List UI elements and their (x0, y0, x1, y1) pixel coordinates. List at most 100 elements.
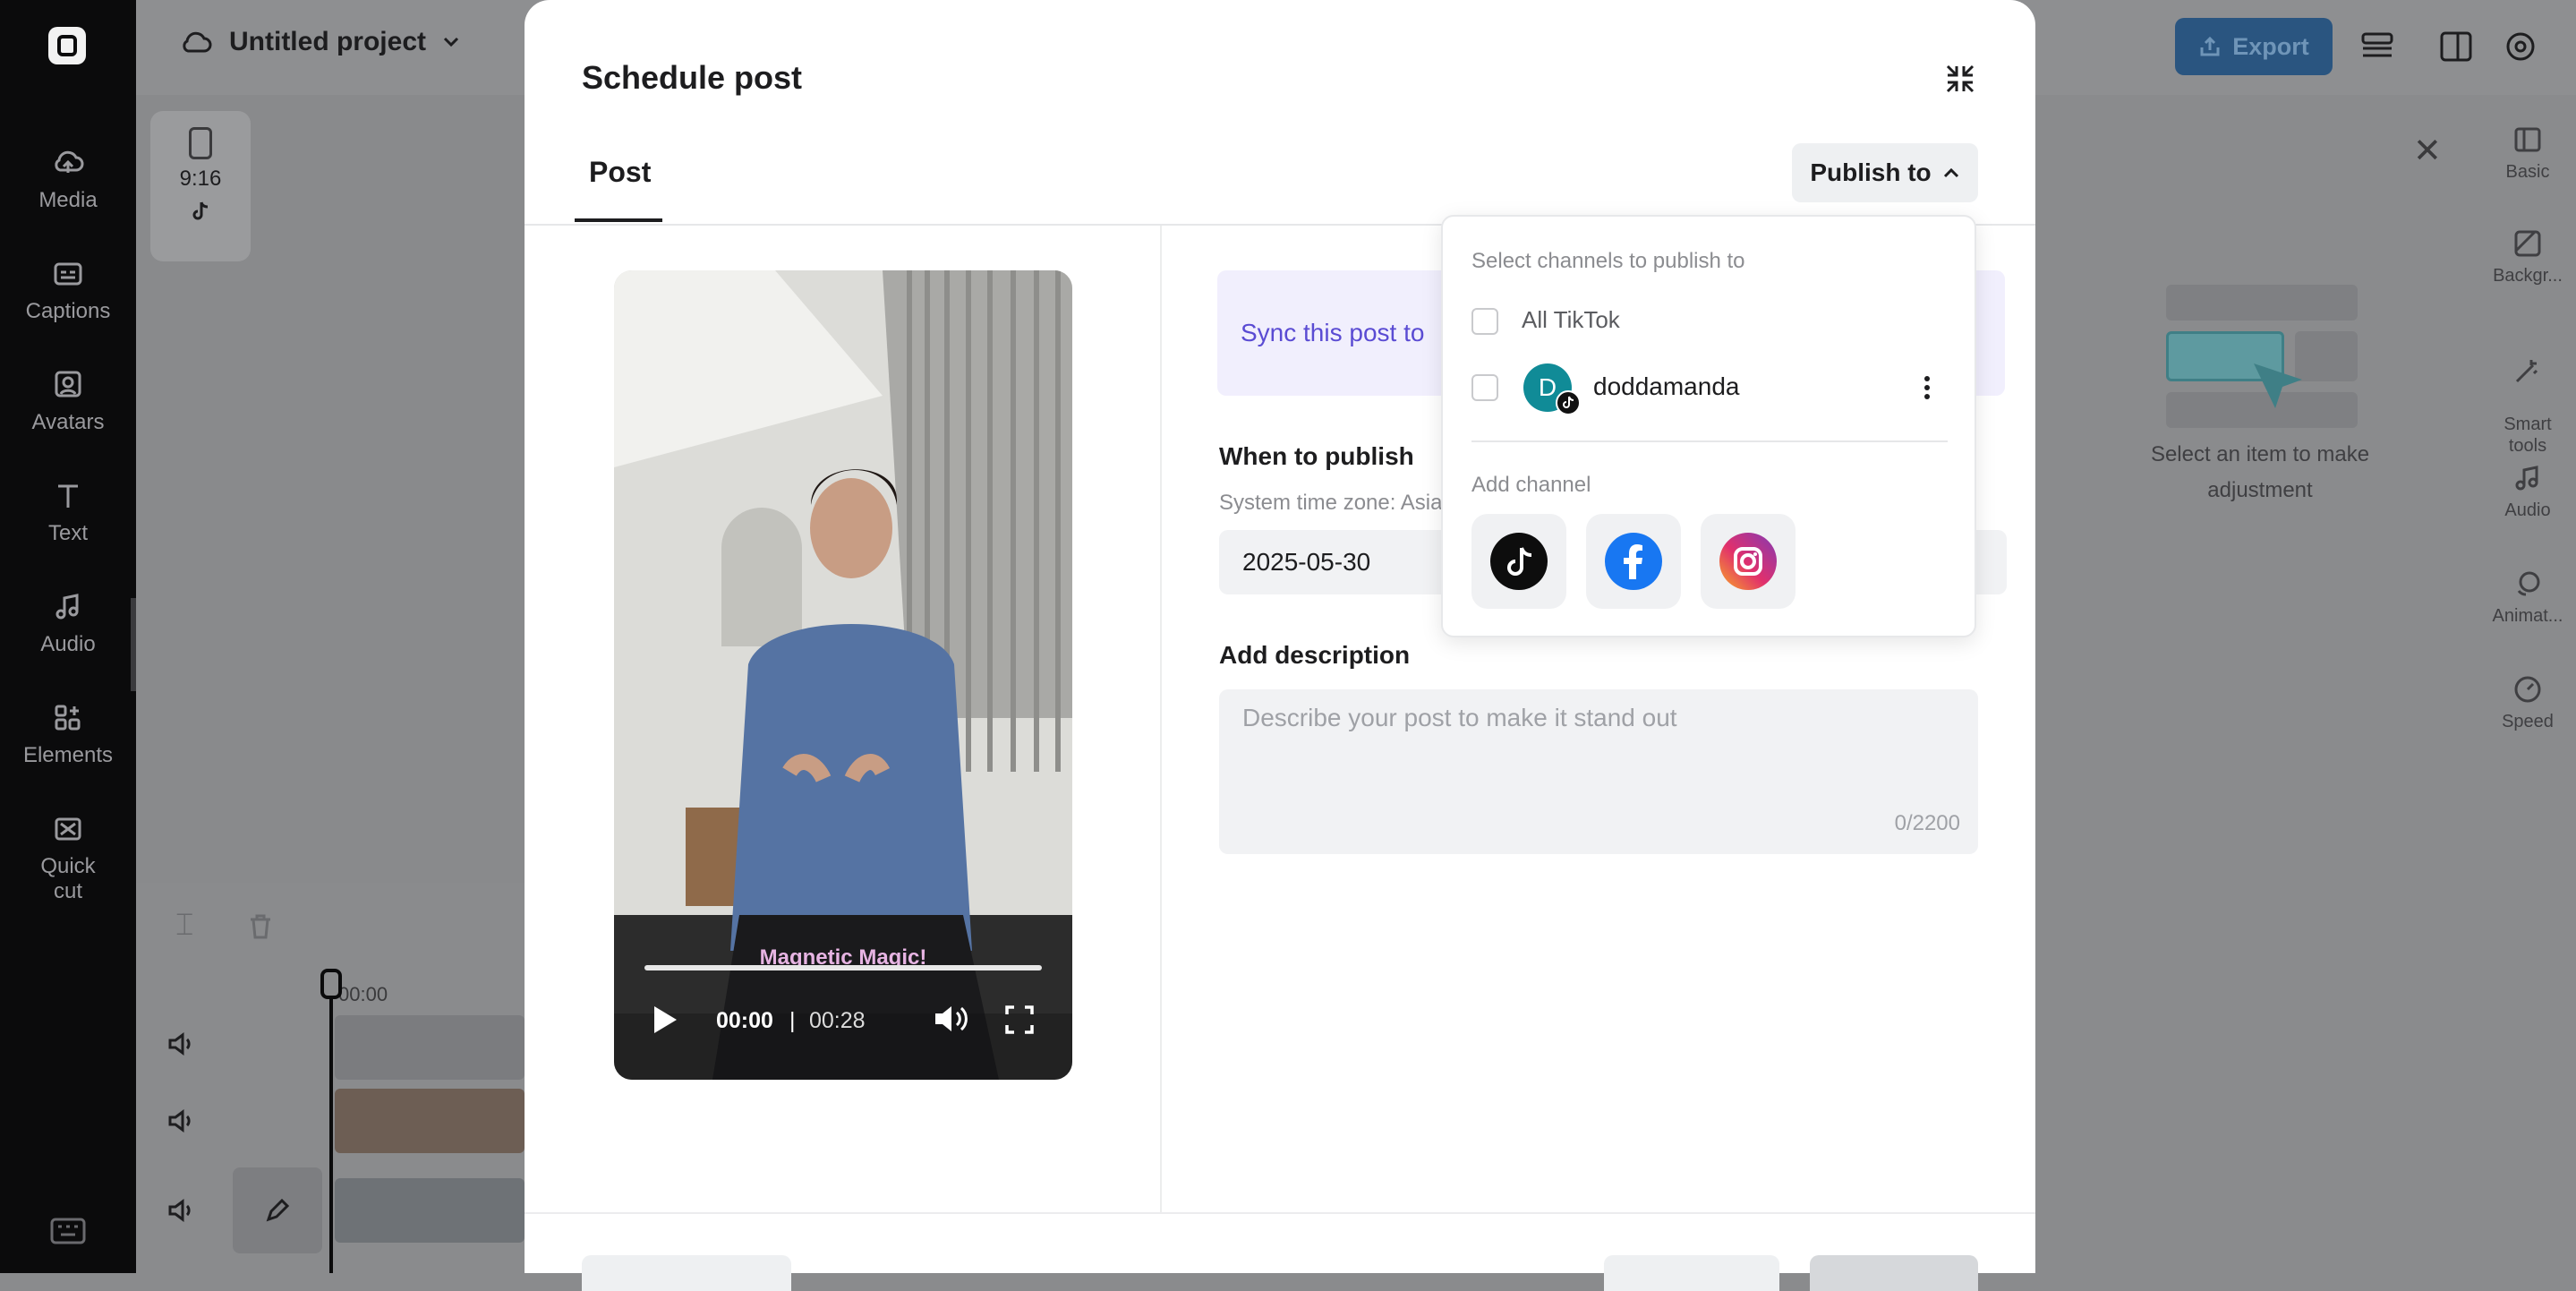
timeline-clip[interactable] (335, 1089, 525, 1153)
sidebar-item-label: Elements (22, 743, 114, 767)
dropdown-heading: Select channels to publish to (1471, 249, 1745, 273)
export-label: Export (2232, 32, 2309, 60)
playhead-handle[interactable] (320, 969, 342, 999)
music-note-icon (55, 594, 79, 620)
properties-panel (2034, 95, 2476, 1273)
app-logo[interactable] (48, 27, 86, 64)
sidebar-item-media[interactable]: Media (0, 145, 136, 213)
timeline-timestamp: 00:00 (338, 983, 388, 1005)
account-name: doddamanda (1593, 372, 1740, 400)
collapse-icon[interactable] (1942, 61, 1978, 97)
video-current-time: 00:00 (716, 1008, 773, 1033)
keyboard-icon[interactable] (50, 1218, 86, 1244)
right-rail-label: Smart tools (2503, 415, 2552, 456)
right-rail-label: Basic (2505, 162, 2550, 182)
trash-icon[interactable] (245, 911, 276, 942)
background-icon (2514, 230, 2541, 257)
dropdown-divider (1471, 440, 1948, 442)
layers-icon[interactable] (2358, 27, 2397, 66)
sidebar-item-label: Media (38, 188, 98, 212)
footer-left-button[interactable] (582, 1255, 791, 1291)
quick-cut-icon (55, 817, 81, 841)
sidebar-item-elements[interactable]: Elements (0, 700, 136, 768)
sidebar-item-text[interactable]: Text (0, 478, 136, 546)
fullscreen-icon[interactable] (1004, 1005, 1035, 1035)
publish-to-button[interactable]: Publish to (1792, 143, 1978, 202)
export-button[interactable]: Export (2175, 18, 2333, 75)
pencil-icon (266, 1198, 290, 1222)
tab-post[interactable]: Post (589, 156, 651, 189)
facebook-icon (1605, 533, 1662, 590)
column-divider (1160, 226, 1162, 1212)
close-panel-icon[interactable]: ✕ (2413, 131, 2442, 171)
basic-icon (2514, 127, 2541, 152)
panel-layout-icon[interactable] (2436, 27, 2476, 66)
publish-to-label: Publish to (1810, 158, 1932, 186)
footer-divider (525, 1212, 2035, 1214)
split-icon[interactable]: ⌶ (175, 908, 193, 943)
description-placeholder: Describe your post to make it stand out (1242, 704, 1677, 731)
tiktok-badge-icon (1556, 390, 1581, 415)
volume-icon[interactable] (933, 1003, 970, 1035)
sidebar-item-avatars[interactable]: Avatars (0, 367, 136, 435)
music-note-icon (2515, 466, 2538, 491)
tab-active-indicator (575, 218, 662, 222)
sidebar-item-label: Avatars (31, 410, 105, 434)
cloud-upload-icon (55, 150, 84, 173)
right-rail-animation[interactable]: Animat... (2479, 568, 2576, 627)
right-rail-smart-tools[interactable]: Smart tools (2479, 333, 2576, 457)
track-volume-icon[interactable] (165, 1105, 197, 1137)
speed-icon (2514, 676, 2541, 703)
sidebar-item-label: Captions (25, 299, 111, 323)
sidebar-item-label: Quick cut (40, 854, 96, 903)
add-tiktok-channel-button[interactable] (1471, 514, 1566, 609)
sidebar-item-audio[interactable]: Audio (0, 589, 136, 657)
sync-post-text: Sync this post to (1241, 319, 1425, 346)
right-rail-audio[interactable]: Audio (2479, 462, 2576, 521)
when-to-publish-label: When to publish (1219, 442, 1414, 470)
more-options-icon[interactable] (1923, 374, 1932, 401)
add-instagram-channel-button[interactable] (1701, 514, 1796, 609)
upload-icon (2200, 36, 2220, 56)
description-char-count: 0/2200 (1894, 811, 1960, 835)
right-rail-speed[interactable]: Speed (2479, 673, 2576, 732)
empty-panel-illustration (2166, 285, 2358, 428)
add-facebook-channel-button[interactable] (1586, 514, 1681, 609)
aspect-ratio-selector[interactable]: 9:16 (150, 111, 251, 261)
publish-date-value: 2025-05-30 (1242, 548, 1371, 576)
aspect-ratio-value: 9:16 (179, 167, 222, 191)
video-progress-bar[interactable] (644, 965, 1042, 970)
footer-secondary-button[interactable] (1604, 1255, 1779, 1291)
left-sidebar: Media Captions Avatars Text Audio Elemen… (0, 0, 136, 1273)
timeline-clip[interactable] (335, 1015, 525, 1080)
all-tiktok-checkbox[interactable] (1471, 308, 1498, 335)
video-duration: 00:28 (809, 1008, 866, 1033)
animation-icon (2517, 571, 2540, 596)
description-label: Add description (1219, 641, 1411, 669)
sidebar-item-captions[interactable]: Captions (0, 256, 136, 324)
empty-panel-text: Select an item to make adjustment (2150, 442, 2370, 502)
track-volume-icon[interactable] (165, 1028, 197, 1060)
account-checkbox[interactable] (1471, 374, 1498, 401)
edit-track-button[interactable] (233, 1167, 322, 1253)
right-rail-label: Animat... (2492, 606, 2563, 626)
right-rail-background[interactable]: Backgr... (2479, 227, 2576, 286)
tiktok-small-icon (192, 201, 209, 220)
playhead[interactable] (329, 969, 333, 1273)
settings-gear-icon[interactable] (2501, 27, 2540, 66)
right-rail-label: Speed (2502, 712, 2554, 731)
right-rail-label: Backgr... (2493, 266, 2563, 286)
footer-primary-button[interactable] (1810, 1255, 1978, 1291)
play-icon[interactable] (652, 1005, 678, 1035)
right-rail-label: Audio (2504, 500, 2551, 520)
elements-icon (55, 705, 81, 731)
timeline-clip[interactable] (335, 1178, 525, 1243)
right-rail-basic[interactable]: Basic (2479, 124, 2576, 183)
project-title: Untitled project (229, 27, 427, 56)
track-volume-icon[interactable] (165, 1194, 197, 1227)
video-preview[interactable]: Magnetic Magic! 00:00 | 00:28 (614, 270, 1072, 1080)
all-tiktok-label[interactable]: All TikTok (1522, 306, 1620, 334)
project-title-menu[interactable]: Untitled project (179, 27, 460, 57)
timezone-label: System time zone: Asia (1219, 491, 1443, 515)
sidebar-item-quick-cut[interactable]: Quick cut (0, 811, 136, 904)
